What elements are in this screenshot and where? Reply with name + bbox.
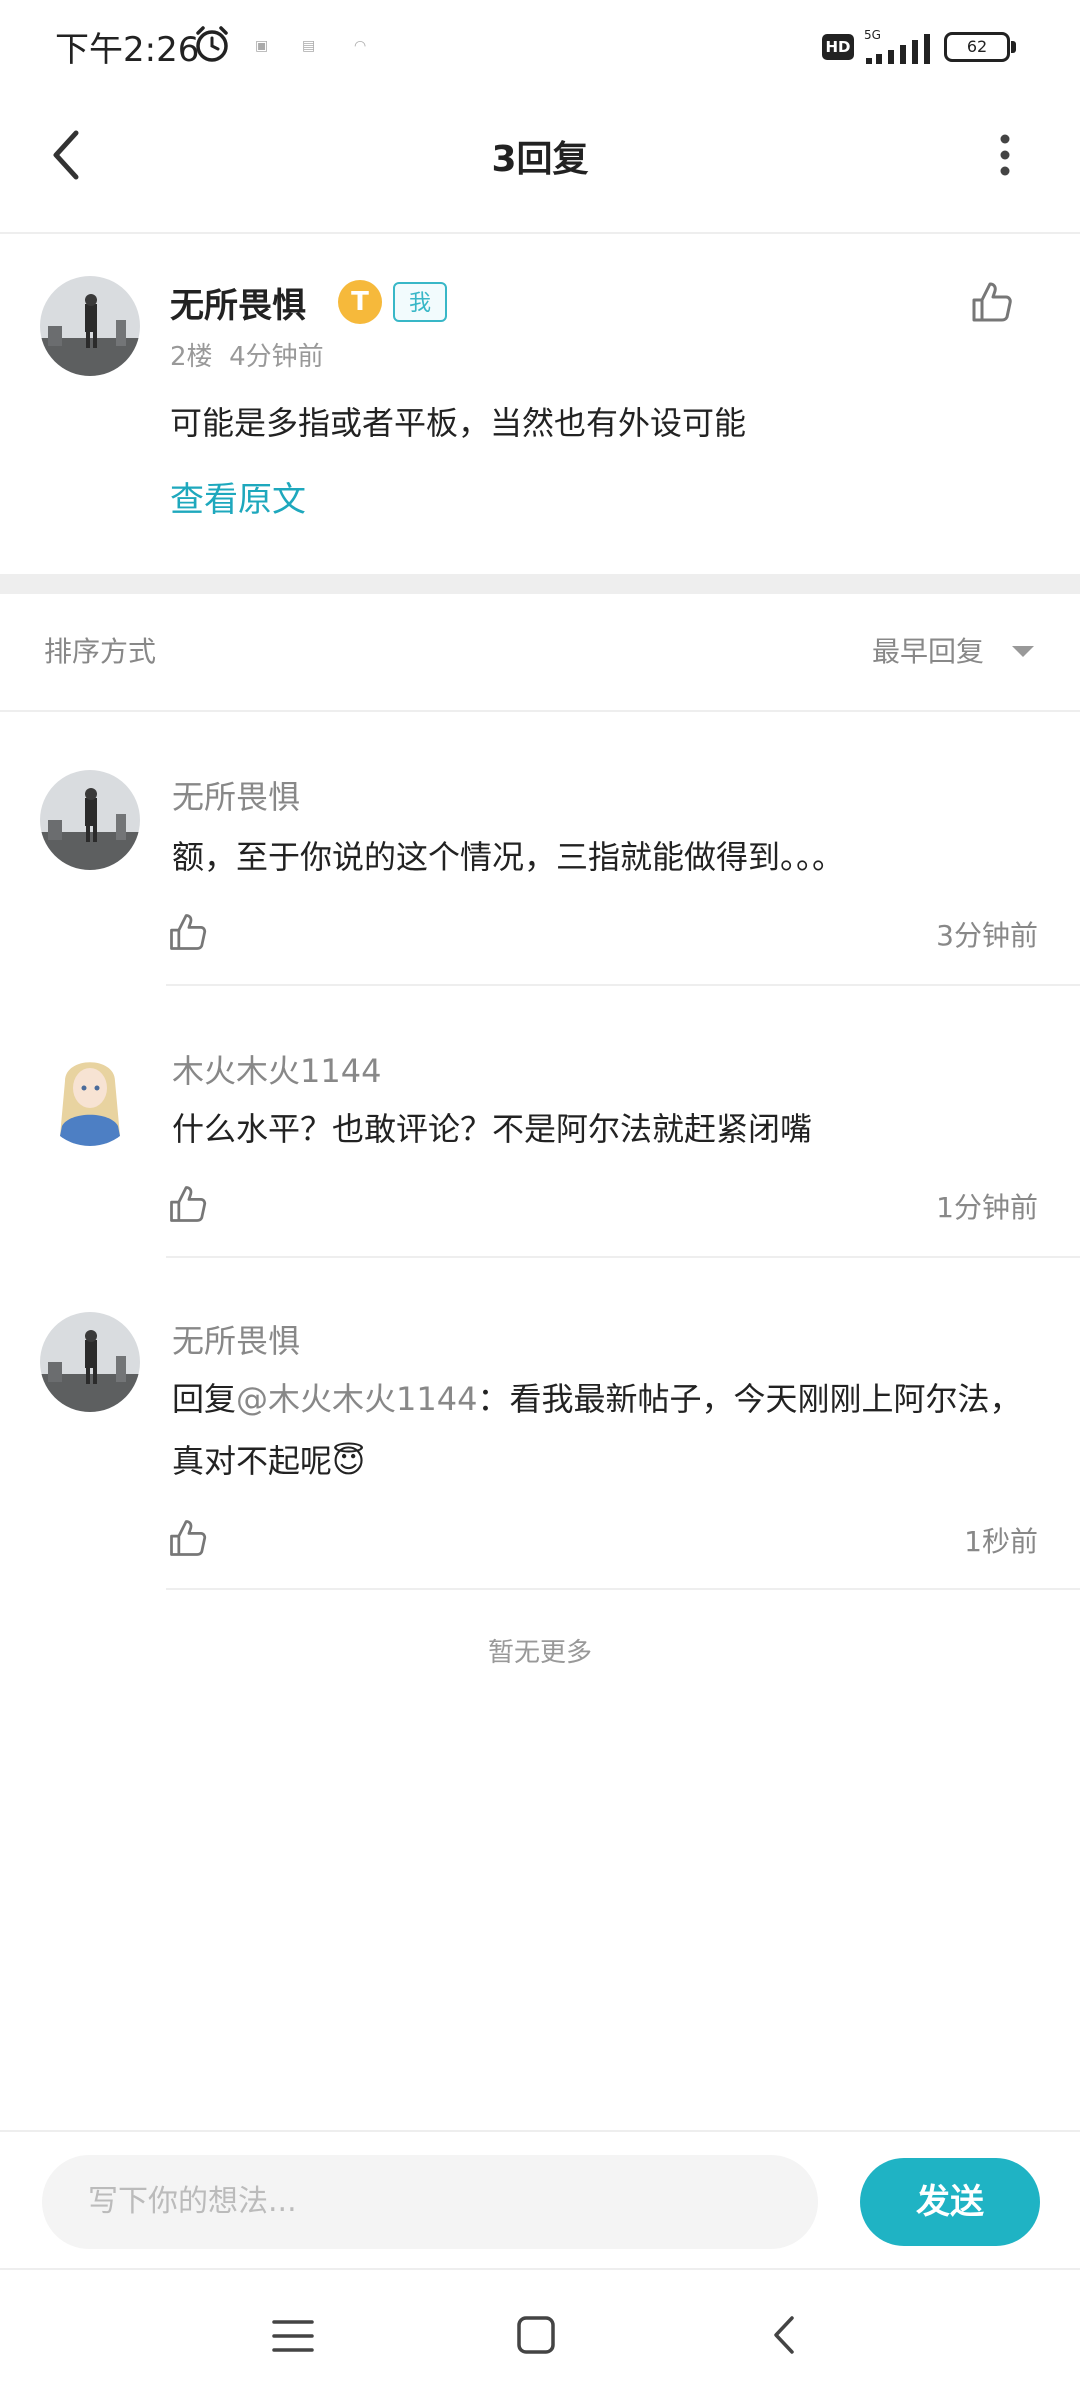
level-badge: T xyxy=(338,280,382,324)
like-icon[interactable] xyxy=(166,1182,210,1226)
view-original-link[interactable]: 查看原文 xyxy=(170,472,306,521)
notification-icon: ▤ xyxy=(302,38,316,54)
avatar[interactable] xyxy=(40,770,140,870)
home-icon[interactable] xyxy=(516,2314,556,2356)
reply-time: 1分钟前 xyxy=(936,1191,1038,1224)
sort-divider xyxy=(0,710,1080,712)
send-button[interactable]: 发送 xyxy=(860,2158,1040,2246)
like-icon[interactable] xyxy=(166,910,210,954)
no-more-text: 暂无更多 xyxy=(487,1638,592,1668)
avatar[interactable] xyxy=(40,1312,140,1412)
more-options-icon[interactable] xyxy=(980,125,1030,185)
battery-icon: 62 xyxy=(944,32,1010,62)
reply-divider xyxy=(166,1256,1080,1258)
avatar[interactable] xyxy=(40,276,140,376)
reply-author[interactable]: 木火木火1144 xyxy=(172,1046,381,1092)
back-nav-icon[interactable] xyxy=(764,2314,804,2356)
comment-input[interactable]: 写下你的想法... xyxy=(42,2155,818,2249)
mention-link[interactable]: @木火木火1144 xyxy=(236,1380,477,1418)
reply-divider xyxy=(166,1588,1080,1590)
reply-prefix: 回复 xyxy=(172,1380,237,1418)
notification-icon: ◠ xyxy=(354,38,367,54)
post-author[interactable]: 无所畏惧 xyxy=(170,278,306,327)
avatar-image xyxy=(40,1312,140,1412)
reply-divider xyxy=(166,984,1080,986)
sort-label: 排序方式 xyxy=(44,635,157,668)
reply-time: 1秒前 xyxy=(964,1525,1038,1558)
hd-icon: HD xyxy=(822,34,854,60)
avatar-image xyxy=(40,770,140,870)
reply-content: 回复@木火木火1144：看我最新帖子，今天刚刚上阿尔法，真对不起呢😇 xyxy=(172,1368,1032,1492)
avatar[interactable] xyxy=(40,1046,140,1146)
reply-author[interactable]: 无所畏惧 xyxy=(172,1316,300,1362)
alarm-icon xyxy=(196,26,228,62)
me-badge: 我 xyxy=(393,282,447,322)
post-content: 可能是多指或者平板，当然也有外设可能 xyxy=(170,404,747,442)
chevron-down-icon[interactable] xyxy=(1012,646,1034,657)
like-icon[interactable] xyxy=(968,278,1016,326)
page-title: 3回复 xyxy=(491,139,589,180)
post-meta: 2楼 4分钟前 xyxy=(170,342,324,372)
smile-emoji: 😇 xyxy=(332,1442,366,1480)
signal-icon xyxy=(866,34,930,64)
system-nav-bar xyxy=(0,2270,1080,2400)
reply-time: 3分钟前 xyxy=(936,919,1038,952)
status-time: 下午2:26 xyxy=(55,30,200,70)
reply-content: 额，至于你说的这个情况，三指就能做得到。。。 xyxy=(172,838,845,876)
section-gap xyxy=(0,574,1080,594)
sort-dropdown[interactable]: 最早回复 xyxy=(872,630,984,670)
reply-content: 什么水平？也敢评论？不是阿尔法就赶紧闭嘴 xyxy=(172,1110,813,1148)
composer-divider xyxy=(0,2130,1080,2132)
menu-icon[interactable] xyxy=(272,2316,314,2356)
reply-author[interactable]: 无所畏惧 xyxy=(172,772,300,818)
avatar-image xyxy=(40,1046,140,1146)
notification-icon: ▣ xyxy=(255,38,269,54)
back-icon[interactable] xyxy=(40,125,100,185)
avatar-image xyxy=(40,276,140,376)
header-divider xyxy=(0,232,1080,234)
like-icon[interactable] xyxy=(166,1516,210,1560)
battery-tip xyxy=(1011,41,1016,53)
